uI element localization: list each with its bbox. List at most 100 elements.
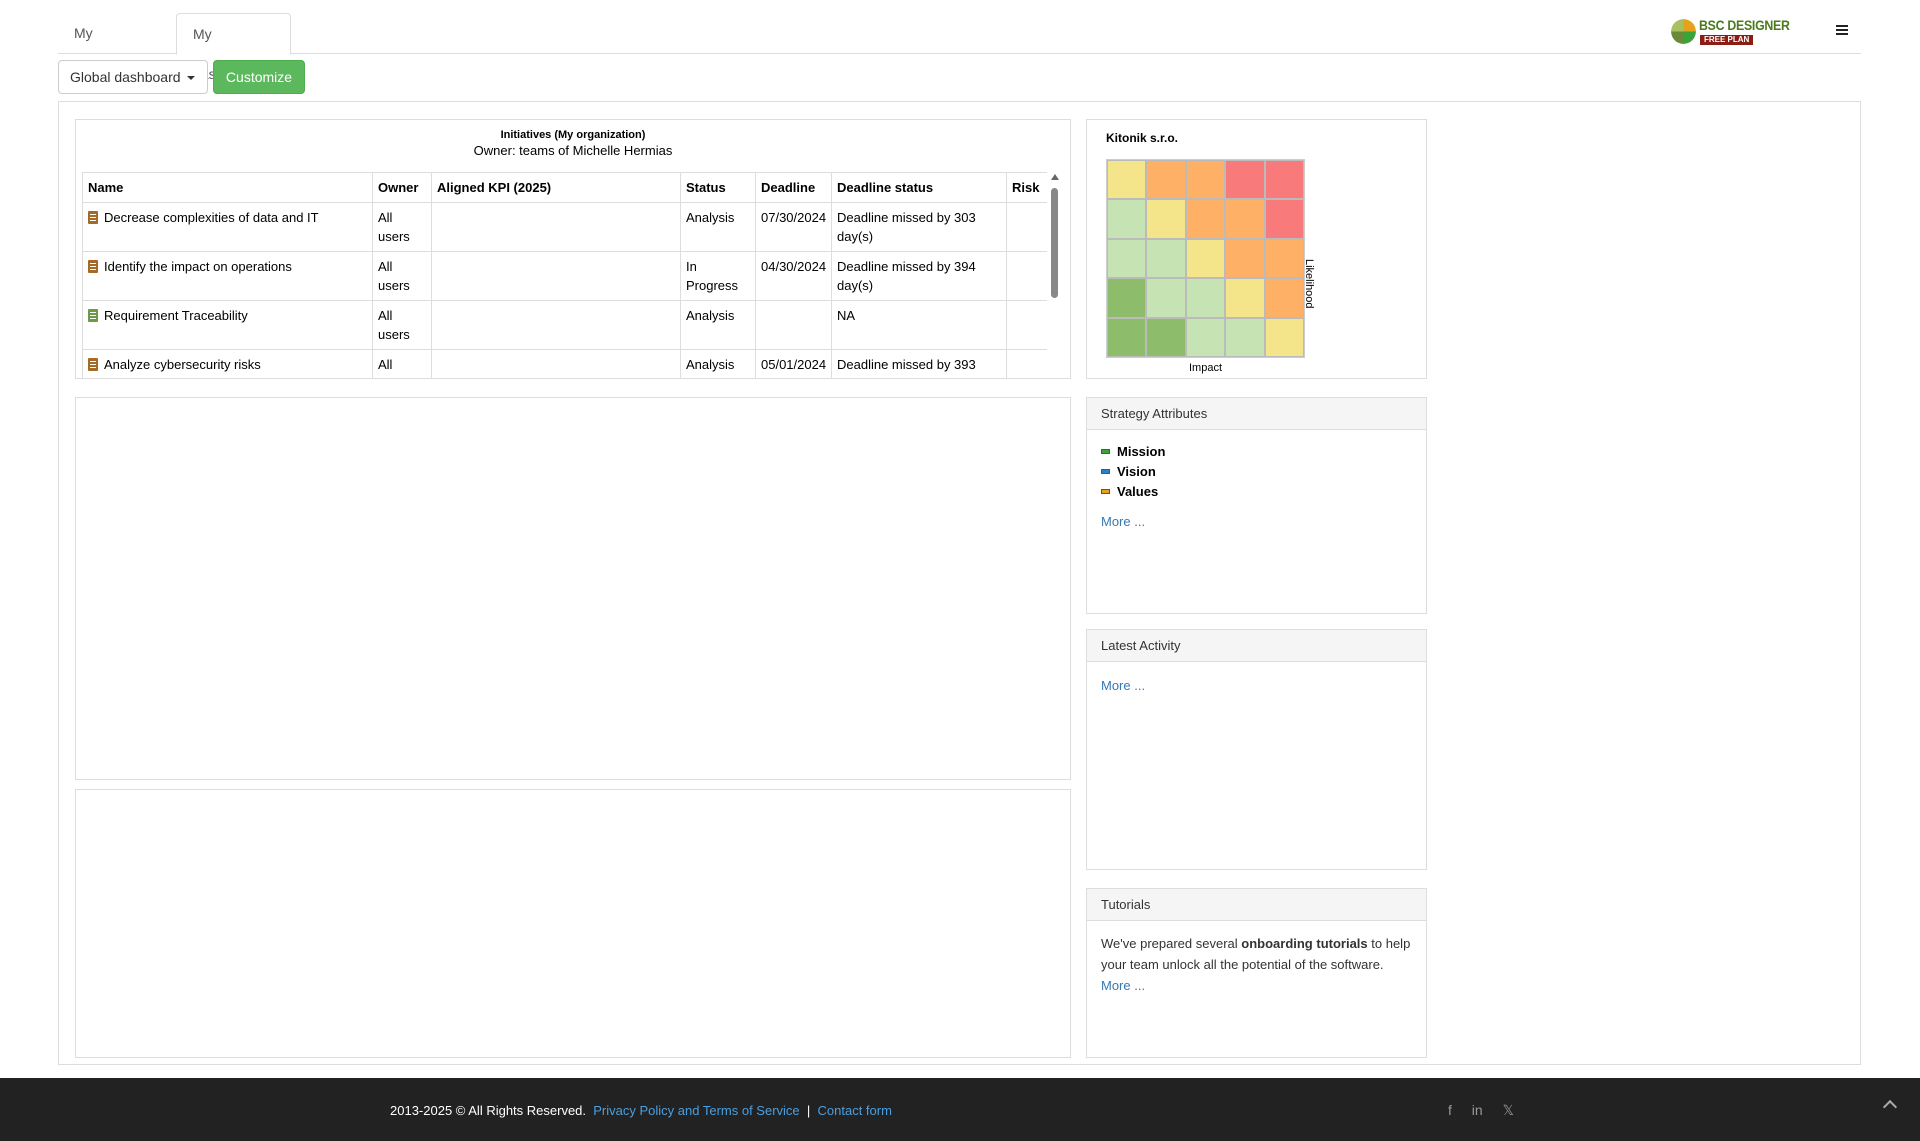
initiatives-title: Initiatives (My organization) <box>500 129 646 141</box>
risk-cell[interactable] <box>1146 278 1186 318</box>
risk-cell[interactable] <box>1225 278 1265 318</box>
initiative-name[interactable]: Analyze cybersecurity risks <box>104 357 261 372</box>
tutorials-more-link[interactable]: More ... <box>1101 978 1145 993</box>
attribute-label: Values <box>1117 484 1159 499</box>
initiative-risk <box>1006 300 1047 350</box>
column-header-owner[interactable]: Owner <box>372 172 432 203</box>
initiative-deadline: 04/30/2024 <box>755 251 832 301</box>
risk-cell[interactable] <box>1264 278 1304 318</box>
twitter-icon[interactable]: 𝕏 <box>1503 1102 1514 1118</box>
column-header-deadline[interactable]: Deadline <box>755 172 832 203</box>
tab-my-scorecards[interactable]: My scorecards <box>58 13 174 81</box>
risk-cell[interactable] <box>1264 317 1304 357</box>
initiative-owner: All users <box>372 349 432 378</box>
attribute-mission[interactable]: Mission <box>1101 442 1412 462</box>
risk-cell[interactable] <box>1185 317 1226 357</box>
activity-more-link[interactable]: More ... <box>1101 678 1145 693</box>
risk-cell[interactable] <box>1264 238 1304 279</box>
risk-cell[interactable] <box>1264 160 1304 200</box>
initiative-owner: All users <box>372 202 432 252</box>
initiative-risk <box>1006 251 1047 301</box>
hamburger-menu-icon[interactable] <box>1836 25 1848 37</box>
risk-cell[interactable] <box>1225 199 1265 239</box>
initiative-risk <box>1006 349 1047 378</box>
likelihood-axis-label: Likelihood <box>1303 259 1315 309</box>
attribute-values[interactable]: Values <box>1101 482 1412 502</box>
initiatives-table-scroll[interactable]: Name Owner Aligned KPI (2025) Status Dea… <box>82 172 1047 378</box>
initiative-kpi <box>431 202 681 252</box>
bsc-designer-logo[interactable]: BSC DESIGNER FREE PLAN <box>1671 17 1790 47</box>
linkedin-icon[interactable]: in <box>1472 1102 1483 1118</box>
strategy-more-link[interactable]: More ... <box>1101 514 1145 529</box>
column-header-deadline-status[interactable]: Deadline status <box>831 172 1007 203</box>
risk-cell[interactable] <box>1146 317 1186 357</box>
risk-cell[interactable] <box>1146 238 1186 279</box>
footer-separator: | <box>806 1103 811 1118</box>
risk-cell[interactable] <box>1107 238 1147 279</box>
column-header-aligned-kpi[interactable]: Aligned KPI (2025) <box>431 172 681 203</box>
initiative-deadline-status: Deadline missed by 393 day(s) <box>831 349 1007 378</box>
contact-form-link[interactable]: Contact form <box>818 1103 892 1118</box>
risk-cell[interactable] <box>1107 278 1147 318</box>
initiative-kpi <box>431 349 681 378</box>
facebook-icon[interactable]: f <box>1448 1102 1452 1118</box>
risk-cell[interactable] <box>1185 278 1226 318</box>
attribute-label: Vision <box>1117 464 1156 479</box>
table-row[interactable]: Requirement Traceability All users Analy… <box>82 300 1047 350</box>
risk-cell[interactable] <box>1146 160 1186 200</box>
values-bullet-icon <box>1101 489 1110 494</box>
risk-cell[interactable] <box>1225 160 1265 200</box>
table-row[interactable]: Identify the impact on operations All us… <box>82 251 1047 301</box>
privacy-policy-link[interactable]: Privacy Policy and Terms of Service <box>593 1103 799 1118</box>
caret-down-icon <box>186 76 195 81</box>
risk-cell[interactable] <box>1225 238 1265 279</box>
risk-cell[interactable] <box>1185 160 1226 200</box>
tutorials-text-bold: onboarding tutorials <box>1241 936 1368 951</box>
initiatives-subtitle: Owner: teams of Michelle Hermias <box>473 143 673 158</box>
dashboard-select-dropdown[interactable]: Global dashboard <box>58 60 208 94</box>
requirement-icon <box>88 309 98 322</box>
risk-cell[interactable] <box>1107 160 1147 200</box>
initiative-owner: All users <box>372 300 432 350</box>
table-row[interactable]: Analyze cybersecurity risks All users An… <box>82 349 1047 378</box>
initiative-name[interactable]: Decrease complexities of data and IT <box>104 210 319 225</box>
column-header-risk[interactable]: Risk <box>1006 172 1047 203</box>
table-header-row: Name Owner Aligned KPI (2025) Status Dea… <box>82 172 1047 203</box>
column-header-name[interactable]: Name <box>82 172 373 203</box>
table-row[interactable]: Decrease complexities of data and IT All… <box>82 202 1047 252</box>
risk-cell[interactable] <box>1107 317 1147 357</box>
empty-widget-2 <box>75 789 1071 1058</box>
risk-cell[interactable] <box>1264 199 1304 239</box>
column-header-status[interactable]: Status <box>680 172 756 203</box>
logo-plan-badge: FREE PLAN <box>1700 35 1754 45</box>
empty-widget-1 <box>75 397 1071 780</box>
strategy-attributes-widget: Strategy Attributes Mission Vision Value… <box>1086 397 1427 614</box>
tutorials-widget: Tutorials We've prepared several onboard… <box>1086 888 1427 1058</box>
initiative-name[interactable]: Requirement Traceability <box>104 308 248 323</box>
dashboard-select-label: Global dashboard <box>70 69 181 85</box>
initiative-owner: All users <box>372 251 432 301</box>
customize-button[interactable]: Customize <box>213 60 305 94</box>
risk-cell[interactable] <box>1107 199 1147 239</box>
initiative-kpi <box>431 300 681 350</box>
initiative-status: Analysis <box>680 349 756 378</box>
table-scrollbar[interactable] <box>1050 172 1060 378</box>
initiatives-table: Name Owner Aligned KPI (2025) Status Dea… <box>82 172 1047 378</box>
initiatives-widget: Initiatives (My organization) Owner: tea… <box>75 119 1071 379</box>
scroll-up-arrow-icon[interactable] <box>1051 174 1059 180</box>
risk-matrix-grid[interactable] <box>1106 159 1305 358</box>
footer-copyright: 2013-2025 © All Rights Reserved. <box>390 1103 587 1118</box>
latest-activity-header: Latest Activity <box>1087 630 1426 662</box>
risk-cell[interactable] <box>1146 199 1186 239</box>
scrollbar-thumb[interactable] <box>1051 188 1058 298</box>
scroll-to-top-icon[interactable] <box>1882 1099 1898 1115</box>
footer-text: 2013-2025 © All Rights Reserved. Privacy… <box>390 1103 892 1118</box>
risk-cell[interactable] <box>1225 317 1265 357</box>
dashboard-container: Initiatives (My organization) Owner: tea… <box>58 101 1861 1065</box>
attribute-vision[interactable]: Vision <box>1101 462 1412 482</box>
risk-cell[interactable] <box>1185 199 1226 239</box>
risk-cell[interactable] <box>1185 238 1226 279</box>
initiative-name[interactable]: Identify the impact on operations <box>104 259 292 274</box>
initiative-kpi <box>431 251 681 301</box>
tab-my-dashboard[interactable]: My dashboard <box>176 13 291 82</box>
